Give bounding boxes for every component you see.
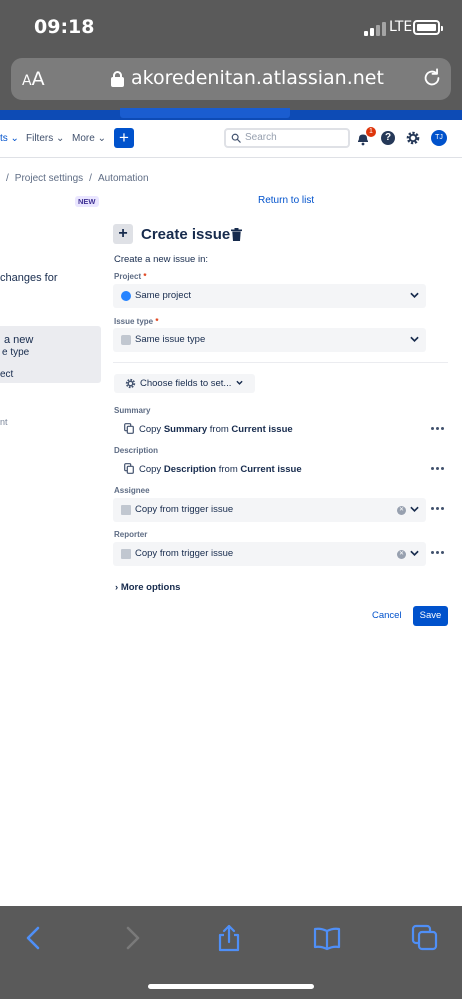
nav-filters[interactable]: Filters ⌄ — [26, 133, 64, 144]
choose-fields-button[interactable]: Choose fields to set... — [114, 374, 255, 393]
notification-badge: 1 — [366, 127, 376, 137]
delete-icon[interactable] — [231, 228, 242, 241]
assignee-more-actions[interactable] — [431, 507, 444, 511]
cancel-button[interactable]: Cancel — [372, 610, 402, 621]
reporter-label: Reporter — [114, 530, 148, 539]
project-select[interactable]: Same project — [113, 284, 426, 308]
create-button[interactable]: + — [114, 128, 134, 148]
save-button[interactable]: Save — [413, 606, 448, 626]
clock: 09:18 — [34, 16, 95, 38]
create-issue-icon: + — [113, 224, 133, 244]
bookmarks-icon[interactable] — [313, 924, 341, 952]
rule-item-text[interactable]: changes for — [0, 272, 57, 284]
reload-icon[interactable] — [421, 67, 443, 89]
breadcrumb-automation[interactable]: Automation — [98, 173, 149, 184]
rule-item-line-3: ect — [0, 369, 14, 380]
copy-icon — [124, 423, 134, 434]
create-in-label: Create a new issue in: — [114, 254, 208, 265]
rule-item-line-2: e type — [2, 347, 30, 358]
chevron-down-icon — [410, 506, 419, 512]
tabs-icon[interactable] — [411, 924, 439, 952]
chevron-down-icon — [410, 336, 419, 342]
issue-type-icon — [121, 335, 131, 345]
top-navigation: ts ⌄ Filters ⌄ More ⌄ + Search 1 ? TJ — [0, 120, 462, 158]
url-text[interactable]: akoredenitan.atlassian.net — [131, 67, 384, 89]
chevron-down-icon — [410, 292, 419, 298]
description-value[interactable]: Copy Description from Current issue — [124, 463, 302, 475]
issue-type-label: Issue type * — [114, 317, 159, 326]
safari-address-area: AA akoredenitan.atlassian.net — [0, 52, 462, 110]
breadcrumb-project-settings[interactable]: Project settings — [15, 173, 83, 184]
more-options-toggle[interactable]: › More options — [115, 582, 180, 593]
rule-item-line-1: a new — [4, 334, 34, 346]
user-icon — [121, 549, 131, 559]
address-bar[interactable]: AA akoredenitan.atlassian.net — [11, 58, 451, 100]
project-label: Project * — [114, 272, 147, 281]
reporter-more-actions[interactable] — [431, 551, 444, 555]
panel-title: Create issue — [141, 226, 231, 243]
search-icon — [231, 133, 241, 143]
search-placeholder: Search — [245, 132, 277, 143]
share-icon[interactable] — [215, 924, 243, 952]
assignee-label: Assignee — [114, 486, 150, 495]
back-icon[interactable] — [20, 924, 48, 952]
summary-more-actions[interactable] — [431, 427, 444, 431]
ios-status-bar: 09:18 LTE — [0, 0, 462, 52]
gear-icon — [125, 378, 136, 389]
lock-icon — [111, 71, 124, 87]
breadcrumb: / Project settings / Automation — [6, 173, 149, 184]
divider — [113, 362, 448, 363]
settings-icon[interactable] — [405, 130, 421, 146]
clear-icon[interactable]: ✕ — [397, 506, 406, 515]
forward-icon[interactable] — [118, 924, 146, 952]
signal-icon — [364, 22, 386, 36]
nav-projects[interactable]: ts ⌄ — [0, 133, 19, 144]
search-input[interactable]: Search — [224, 128, 350, 148]
description-more-actions[interactable] — [431, 467, 444, 471]
return-to-list-link[interactable]: Return to list — [258, 195, 314, 206]
network-label: LTE — [389, 19, 413, 35]
user-icon — [121, 505, 131, 515]
help-icon[interactable]: ? — [381, 131, 395, 145]
rule-item-selected[interactable]: a new e type ect — [0, 326, 101, 383]
rule-item-footer: nt — [0, 417, 8, 427]
chevron-down-icon — [236, 380, 243, 385]
avatar[interactable]: TJ — [431, 130, 447, 146]
summary-value[interactable]: Copy Summary from Current issue — [124, 423, 293, 435]
reporter-select[interactable]: Copy from trigger issue ✕ — [113, 542, 426, 566]
home-indicator[interactable] — [148, 984, 314, 989]
summary-label: Summary — [114, 406, 151, 415]
nav-more[interactable]: More ⌄ — [72, 133, 106, 144]
description-label: Description — [114, 446, 159, 455]
copy-icon — [124, 463, 134, 474]
issue-type-select[interactable]: Same issue type — [113, 328, 426, 352]
text-size-button[interactable]: AA — [22, 68, 45, 90]
new-badge: NEW — [75, 196, 99, 207]
project-icon — [121, 291, 131, 301]
clear-icon[interactable]: ✕ — [397, 550, 406, 559]
site-banner — [0, 108, 462, 120]
battery-icon — [413, 20, 443, 35]
chevron-down-icon — [410, 550, 419, 556]
assignee-select[interactable]: Copy from trigger issue ✕ — [113, 498, 426, 522]
